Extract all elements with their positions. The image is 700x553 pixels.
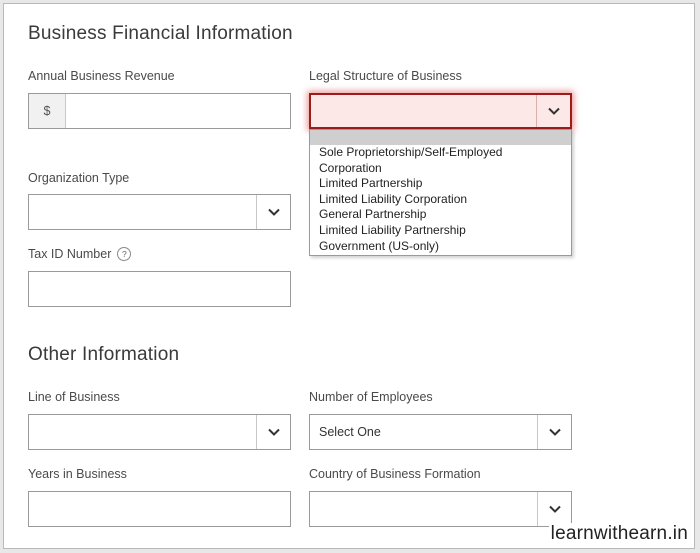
years-in-business-input[interactable] — [28, 491, 291, 527]
dropdown-option[interactable]: Corporation — [310, 161, 571, 177]
section-title-financial: Business Financial Information — [28, 23, 293, 44]
country-formation-select[interactable] — [309, 491, 572, 527]
line-of-business-select[interactable] — [28, 414, 291, 450]
annual-revenue-input[interactable]: $ — [28, 93, 291, 129]
currency-prefix: $ — [29, 94, 66, 128]
dropdown-option[interactable]: Sole Proprietorship/Self-Employed — [310, 145, 571, 161]
dropdown-option-blank[interactable] — [310, 130, 571, 145]
chevron-down-icon[interactable] — [256, 195, 290, 229]
legal-structure-dropdown-list: Sole Proprietorship/Self-Employed Corpor… — [309, 129, 572, 256]
tax-id-input[interactable] — [28, 271, 291, 307]
dropdown-option[interactable]: Limited Partnership — [310, 176, 571, 192]
dropdown-option[interactable]: General Partnership — [310, 207, 571, 223]
tax-id-label: Tax ID Number? — [28, 247, 132, 261]
chevron-down-icon[interactable] — [256, 415, 290, 449]
line-of-business-label: Line of Business — [28, 390, 120, 404]
chevron-down-icon[interactable] — [537, 415, 571, 449]
years-in-business-label: Years in Business — [28, 467, 127, 481]
number-of-employees-select[interactable]: Select One — [309, 414, 572, 450]
chevron-down-icon[interactable] — [537, 492, 571, 526]
dropdown-option[interactable]: Government (US-only) — [310, 239, 571, 255]
organization-type-label: Organization Type — [28, 171, 130, 185]
number-of-employees-value: Select One — [319, 425, 381, 439]
legal-structure-select[interactable] — [309, 93, 572, 129]
country-formation-label: Country of Business Formation — [309, 467, 481, 481]
number-of-employees-label: Number of Employees — [309, 390, 433, 404]
tax-id-label-text: Tax ID Number — [28, 247, 112, 261]
dropdown-option[interactable]: Limited Liability Partnership — [310, 223, 571, 239]
section-title-other: Other Information — [28, 344, 180, 365]
help-icon[interactable]: ? — [117, 247, 132, 261]
dropdown-option[interactable]: Limited Liability Corporation — [310, 192, 571, 208]
legal-structure-label: Legal Structure of Business — [309, 69, 462, 83]
annual-revenue-label: Annual Business Revenue — [28, 69, 175, 83]
organization-type-select[interactable] — [28, 194, 291, 230]
chevron-down-icon[interactable] — [536, 95, 570, 127]
watermark-text: learnwithearn.in — [548, 523, 690, 545]
